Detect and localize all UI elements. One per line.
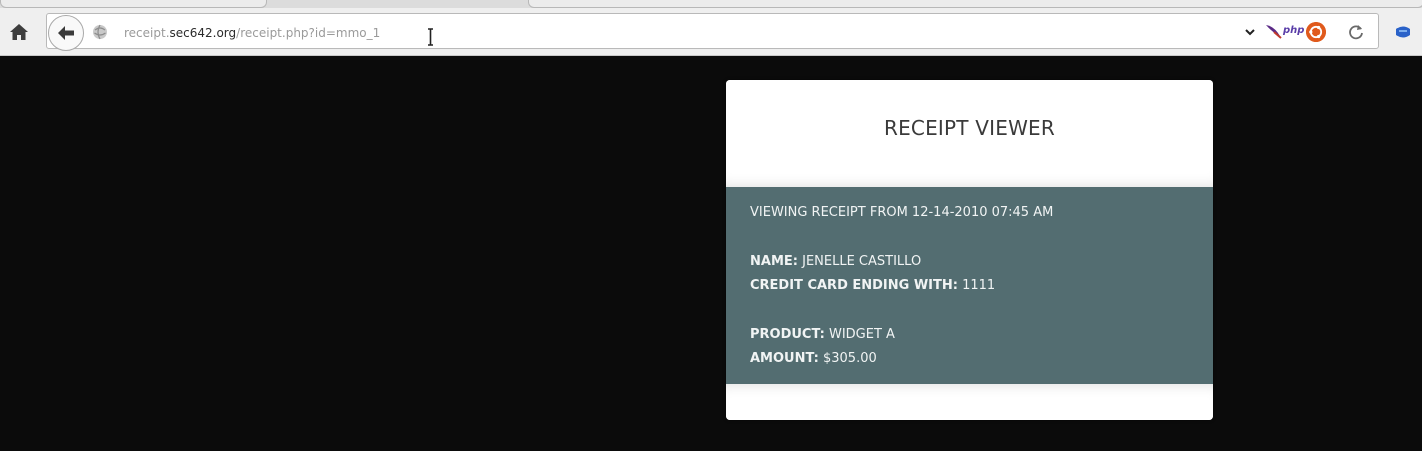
dropdown-icon [1245,29,1255,36]
credit-card-value: 1111 [962,278,996,293]
viewing-receipt-line: VIEWING RECEIPT FROM 12-14-2010 07:45 AM [750,205,1054,220]
name-row: NAME: JENELLE CASTILLO [750,253,921,271]
receipt-title: RECEIPT VIEWER [884,116,1055,140]
credit-card-label: CREDIT CARD ENDING WITH: [750,278,958,293]
url-text[interactable]: receipt.sec642.org/receipt.php?id=mmo_1 [124,24,380,42]
tab-inactive-left[interactable] [0,0,267,8]
url-domain: sec642.org [169,26,237,40]
extension-icon[interactable] [1394,24,1412,40]
text-cursor-icon [428,28,433,46]
back-arrow-icon [58,26,74,40]
amount-row: AMOUNT: $305.00 [750,350,877,368]
php-addon-button[interactable]: php [1283,24,1304,38]
product-label: PRODUCT: [750,327,825,342]
amount-label: AMOUNT: [750,351,819,366]
name-label: NAME: [750,254,798,269]
home-button[interactable] [8,21,30,43]
name-value: JENELLE CASTILLO [802,254,922,269]
receipt-card-header: RECEIPT VIEWER [726,80,1213,187]
site-identity-icon[interactable] [92,24,108,40]
reload-icon[interactable] [1346,22,1366,42]
receipt-details: VIEWING RECEIPT FROM 12-14-2010 07:45 AM… [726,187,1213,384]
product-value: WIDGET A [828,327,895,342]
tab-active[interactable] [528,0,1422,8]
url-path: /receipt.php?id=mmo_1 [236,26,381,40]
history-dropdown-button[interactable] [1243,24,1257,40]
amount-value: $305.00 [822,351,877,366]
ubuntu-icon[interactable] [1306,22,1326,42]
navigation-toolbar: receipt.sec642.org/receipt.php?id=mmo_1 … [0,8,1422,56]
tab-strip [0,0,1422,8]
back-button[interactable] [48,15,84,51]
url-prefix: receipt. [124,26,170,40]
receipt-card-footer [726,384,1213,420]
feather-icon[interactable] [1264,22,1282,40]
credit-card-row: CREDIT CARD ENDING WITH: 1111 [750,277,995,295]
receipt-card: RECEIPT VIEWER VIEWING RECEIPT FROM 12-1… [726,80,1213,420]
product-row: PRODUCT: WIDGET A [750,326,895,344]
home-icon [10,24,28,40]
